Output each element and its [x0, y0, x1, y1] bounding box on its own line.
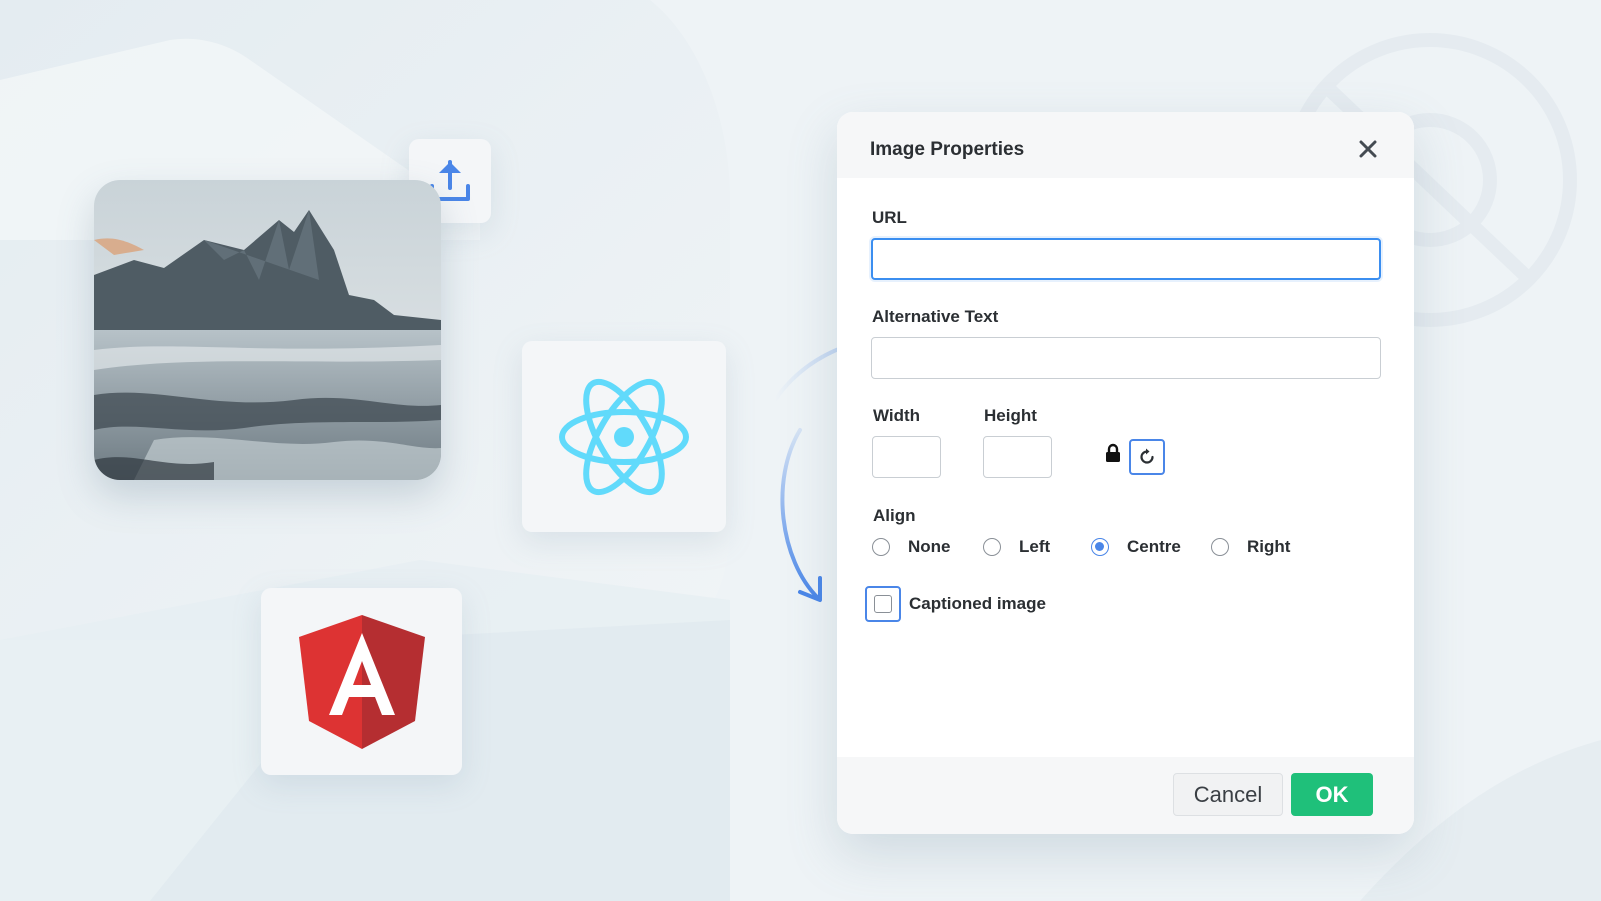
- captioned-image-row: Captioned image: [865, 586, 1046, 622]
- radio-label: None: [908, 537, 951, 556]
- align-label: Align: [873, 506, 916, 525]
- height-input[interactable]: [983, 436, 1052, 478]
- checkbox-box: [874, 595, 892, 613]
- angular-logo-icon: [298, 614, 425, 749]
- width-label: Width: [873, 406, 921, 425]
- radio-label: Right: [1247, 537, 1291, 556]
- radio-circle: [872, 538, 890, 556]
- align-centre-radio[interactable]: Centre: [1091, 537, 1181, 557]
- align-right-radio[interactable]: Right: [1211, 537, 1290, 557]
- captioned-image-checkbox[interactable]: [865, 586, 901, 622]
- image-properties-dialog: Image Properties URL Alternative Text Wi…: [837, 112, 1414, 834]
- radio-circle: [983, 538, 1001, 556]
- dialog-title: Image Properties: [870, 139, 1025, 160]
- reset-dimensions-button[interactable]: [1129, 439, 1165, 475]
- react-card: [522, 341, 726, 532]
- align-none-radio[interactable]: None: [872, 537, 951, 557]
- close-icon: [1359, 140, 1377, 158]
- lock-icon: [1106, 443, 1120, 462]
- captioned-image-label: Captioned image: [909, 594, 1046, 613]
- radio-label: Centre: [1127, 537, 1181, 556]
- radio-circle-selected: [1091, 538, 1109, 556]
- ok-button[interactable]: OK: [1291, 773, 1373, 816]
- angular-card: [261, 588, 462, 775]
- alternative-text-input[interactable]: [871, 337, 1381, 379]
- cancel-button[interactable]: Cancel: [1173, 773, 1283, 816]
- dialog-footer: Cancel OK: [837, 757, 1414, 834]
- url-label: URL: [872, 208, 907, 227]
- reset-icon: [1140, 448, 1154, 464]
- react-logo-icon: [559, 378, 689, 495]
- radio-circle: [1211, 538, 1229, 556]
- height-label: Height: [984, 406, 1037, 425]
- landscape-photo: [94, 180, 441, 480]
- lock-proportions-toggle[interactable]: [1105, 443, 1121, 468]
- url-input[interactable]: [871, 238, 1381, 280]
- width-input[interactable]: [872, 436, 941, 478]
- alternative-text-label: Alternative Text: [872, 307, 999, 326]
- dialog-header: Image Properties: [837, 112, 1414, 178]
- align-left-radio[interactable]: Left: [983, 537, 1050, 557]
- close-button[interactable]: [1353, 134, 1383, 164]
- radio-label: Left: [1019, 537, 1051, 556]
